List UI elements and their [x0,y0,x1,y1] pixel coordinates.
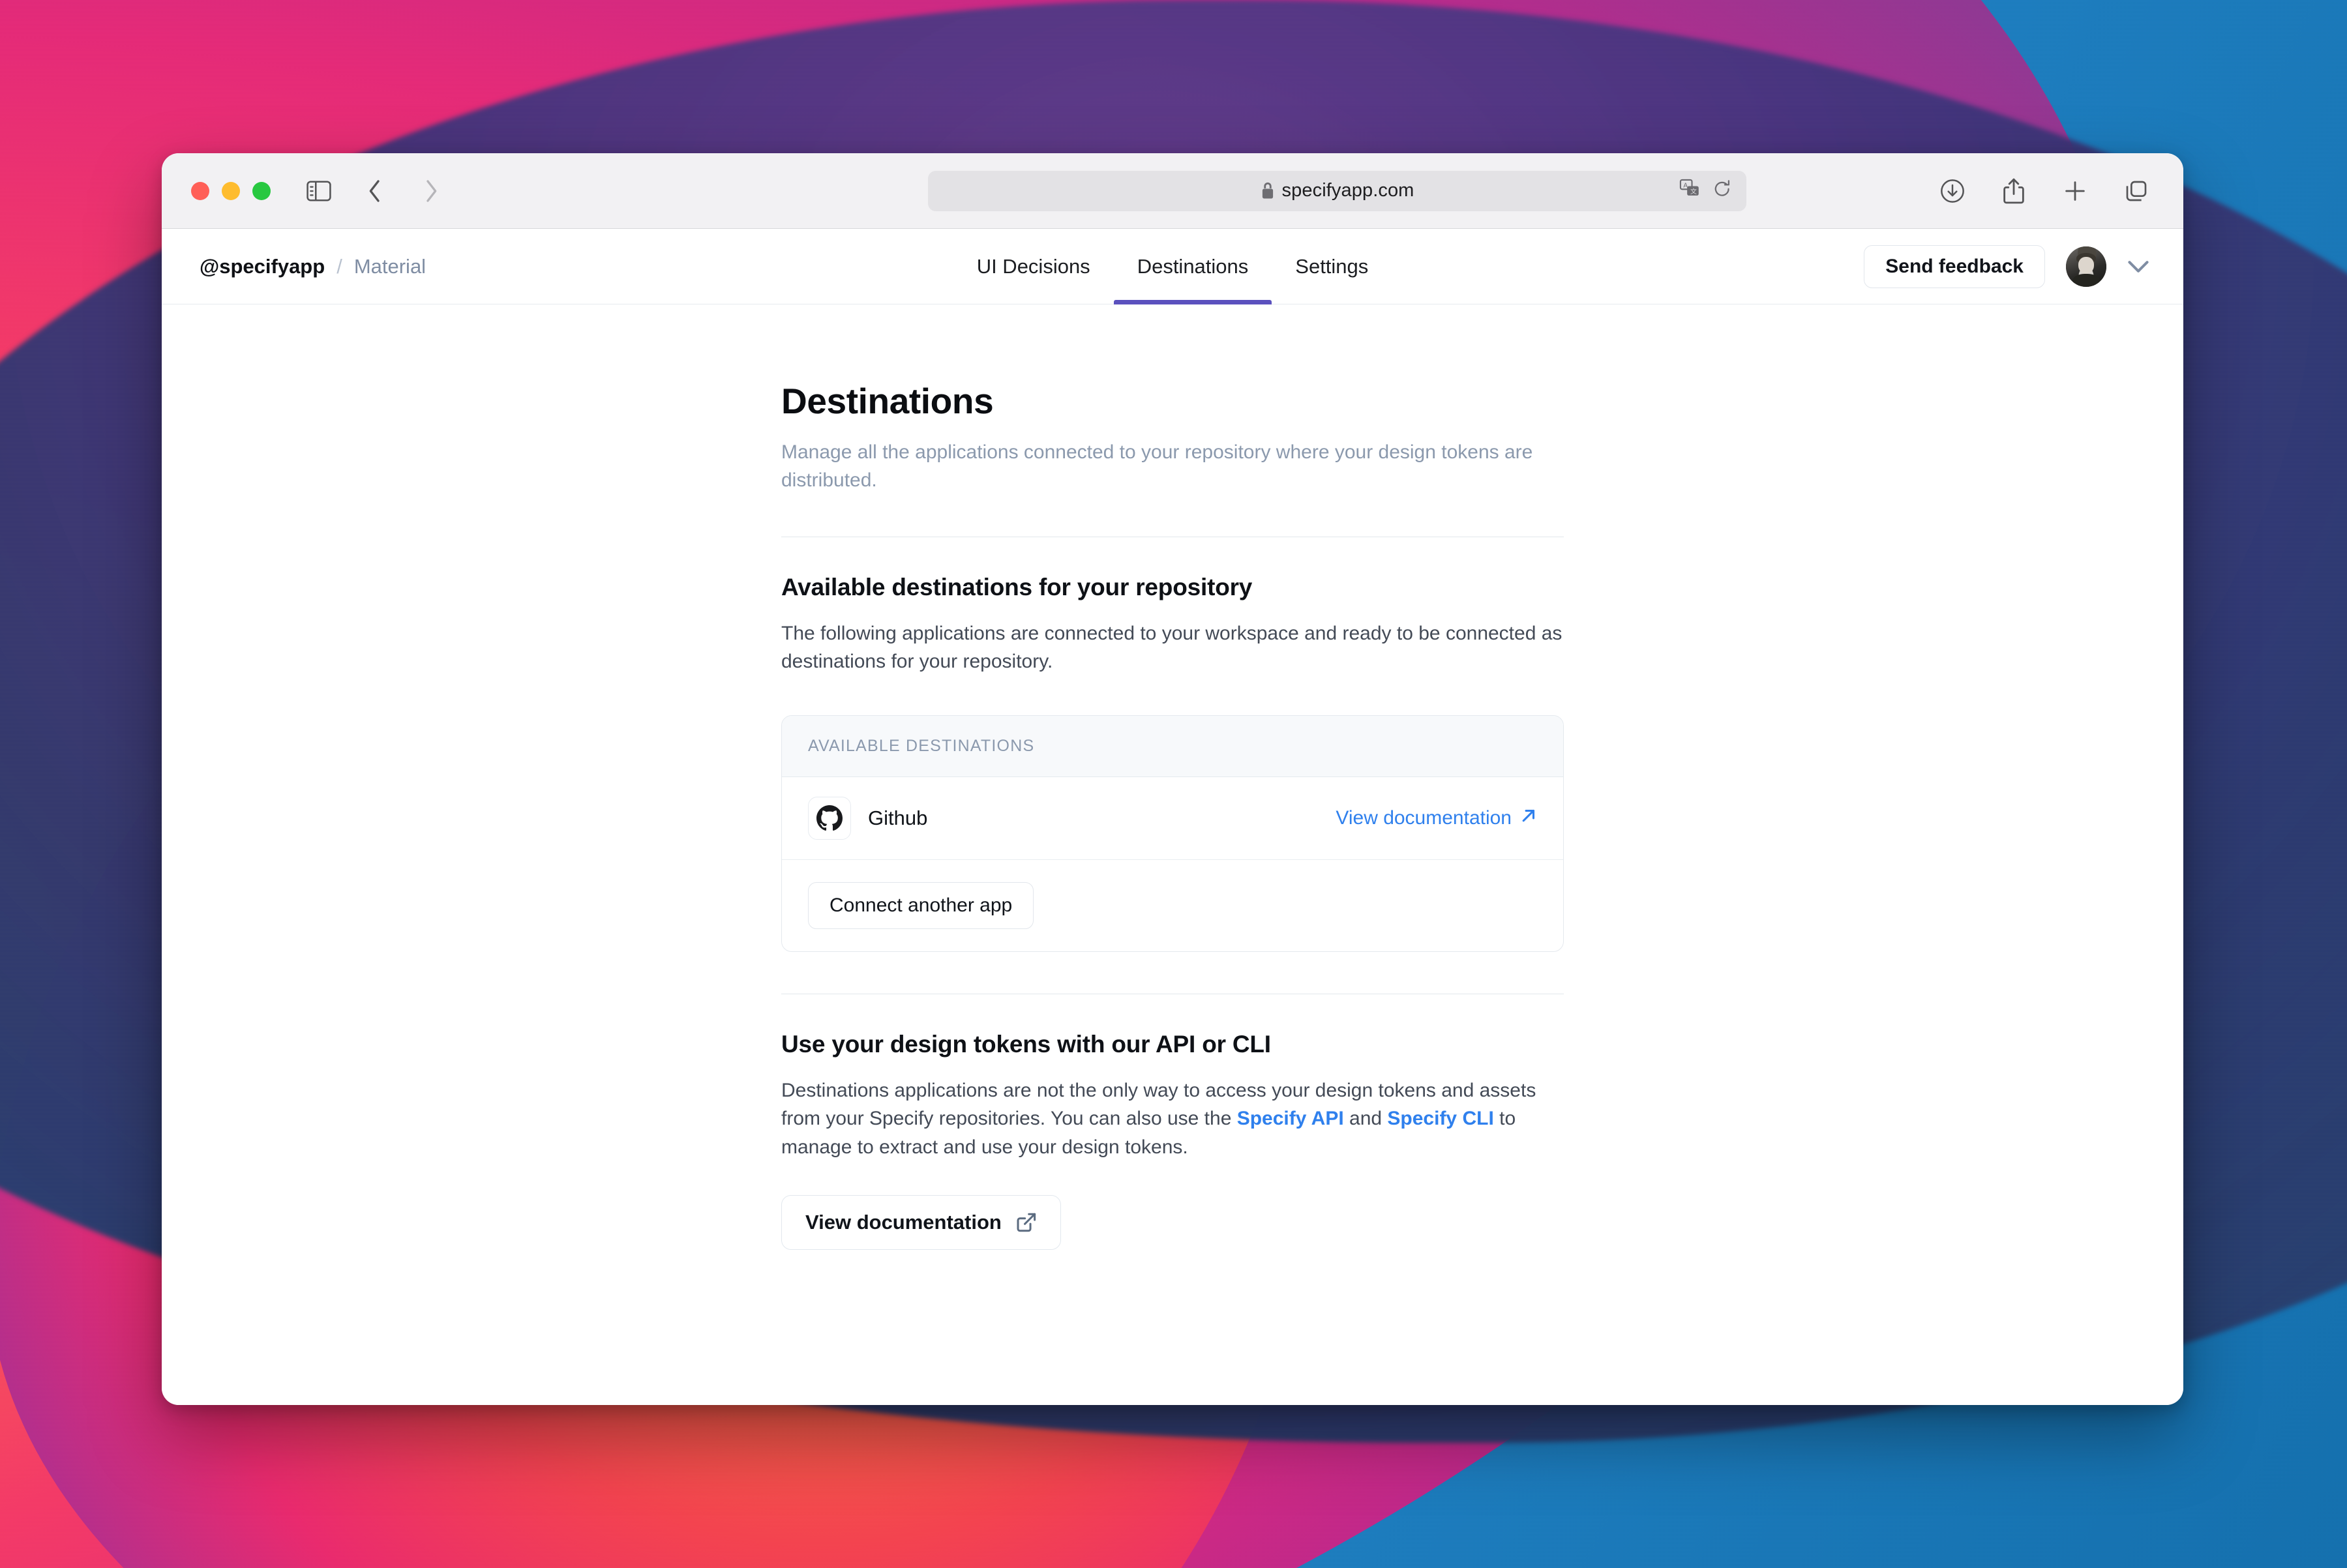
translate-icon[interactable]: A 文 [1679,179,1700,203]
api-cli-section: Use your design tokens with our API or C… [781,994,1564,1250]
reload-icon[interactable] [1712,179,1732,202]
tab-destinations[interactable]: Destinations [1113,229,1272,304]
svg-text:文: 文 [1690,187,1697,196]
toolbar-left-icons [301,173,449,209]
destination-row-left: Github [808,796,928,840]
available-destinations-section: Available destinations for your reposito… [781,537,1564,952]
available-destinations-description: The following applications are connected… [781,622,1562,673]
chevron-down-icon[interactable] [2127,259,2149,274]
minimize-window-button[interactable] [222,181,240,200]
address-bar-url: specifyapp.com [1281,180,1414,201]
specify-api-link[interactable]: Specify API [1237,1108,1344,1129]
safari-browser-window: specifyapp.com A 文 @specifyapp / Materia… [162,153,2183,1405]
destination-view-documentation-label: View documentation [1336,806,1512,829]
tab-ui-decisions-label: UI Decisions [976,254,1090,278]
api-cli-title: Use your design tokens with our API or C… [781,1030,1271,1058]
external-link-icon [1016,1212,1037,1233]
send-feedback-button[interactable]: Send feedback [1864,244,2045,288]
new-tab-icon[interactable] [2057,173,2093,209]
page-body: Destinations Manage all the applications… [162,304,2183,1405]
close-window-button[interactable] [191,181,209,200]
tab-settings-label: Settings [1295,254,1369,278]
destinations-card-header: AVAILABLE DESTINATIONS [782,715,1563,777]
page-title: Destinations [781,381,994,421]
arrow-up-right-icon [1520,807,1537,829]
github-icon [808,796,851,840]
destination-view-documentation-link[interactable]: View documentation [1336,807,1537,829]
sidebar-toggle-icon[interactable] [301,173,337,209]
view-documentation-label: View documentation [805,1211,1002,1234]
maximize-window-button[interactable] [252,181,271,200]
destinations-card: AVAILABLE DESTINATIONS Github View docum… [781,715,1564,952]
address-bar-content: specifyapp.com [1261,180,1414,201]
specify-cli-link[interactable]: Specify CLI [1387,1108,1493,1129]
view-documentation-button[interactable]: View documentation [781,1195,1061,1250]
tab-settings[interactable]: Settings [1272,229,1392,304]
browser-toolbar: specifyapp.com A 文 [162,153,2183,229]
api-cli-desc-part2: and [1343,1108,1388,1130]
desktop-wallpaper: specifyapp.com A 文 @specifyapp / Materia… [0,0,2347,1568]
back-arrow-icon[interactable] [357,173,393,209]
share-icon[interactable] [1996,173,2032,209]
page-subtitle: Manage all the applications connected to… [781,441,1533,491]
tab-destinations-label: Destinations [1137,254,1249,278]
api-cli-description: Destinations applications are not the on… [781,1076,1564,1162]
connect-another-app-button[interactable]: Connect another app [808,881,1034,929]
nav-right-actions: Send feedback [1864,244,2149,288]
destination-name: Github [868,806,928,829]
page-content: Destinations Manage all the applications… [781,304,1564,1250]
tab-ui-decisions[interactable]: UI Decisions [953,229,1114,304]
toolbar-right-icons [1934,173,2155,209]
tab-overview-icon[interactable] [2118,173,2155,209]
destination-row-github: Github View documentation [782,777,1563,860]
app-navigation-bar: @specifyapp / Material UI Decisions Dest… [162,229,2183,304]
forward-arrow-icon[interactable] [413,173,449,209]
destinations-card-footer: Connect another app [782,860,1563,951]
address-bar-right-icons: A 文 [1679,171,1732,211]
lock-icon [1261,182,1275,200]
address-bar[interactable]: specifyapp.com A 文 [928,170,1746,211]
downloads-icon[interactable] [1934,173,1971,209]
avatar[interactable] [2066,246,2106,287]
window-traffic-lights [191,181,271,200]
available-destinations-title: Available destinations for your reposito… [781,573,1253,600]
